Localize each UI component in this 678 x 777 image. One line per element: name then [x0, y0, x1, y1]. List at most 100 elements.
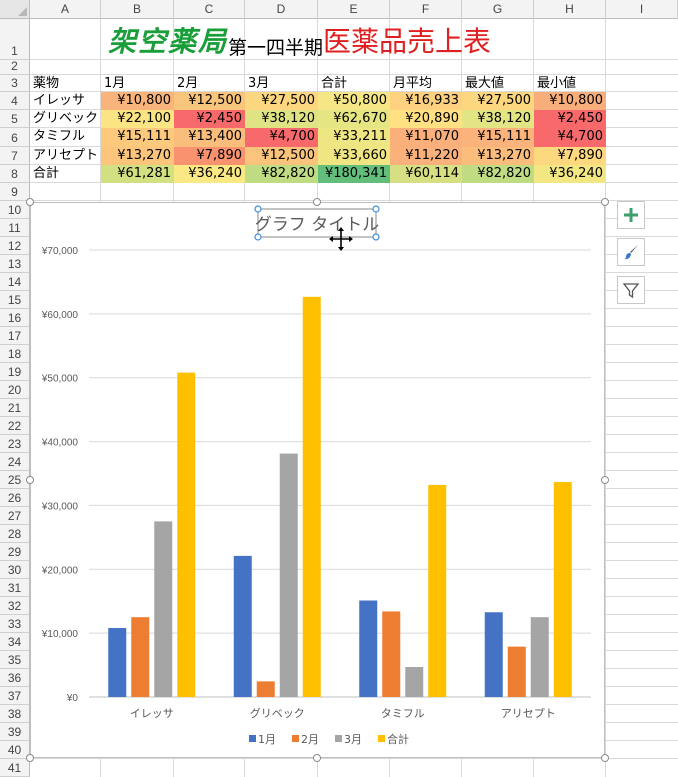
row-header-13[interactable]: 13	[0, 255, 30, 273]
header-cell[interactable]: 2月	[174, 75, 245, 92]
value-cell[interactable]: ¥27,500	[245, 92, 318, 110]
row-header-35[interactable]: 35	[0, 651, 30, 669]
row-header-41[interactable]: 41	[0, 759, 30, 777]
value-cell[interactable]: ¥20,890	[390, 110, 462, 128]
column-header-E[interactable]: E	[318, 0, 390, 19]
row-header-4[interactable]: 4	[0, 92, 30, 110]
header-cell[interactable]: 薬物	[30, 75, 101, 92]
value-cell[interactable]: ¥38,120	[462, 110, 534, 128]
value-cell[interactable]: ¥2,450	[174, 110, 245, 128]
chart-styles-button[interactable]	[617, 238, 645, 266]
row-header-19[interactable]: 19	[0, 363, 30, 381]
row-header-2[interactable]: 2	[0, 59, 30, 75]
value-cell[interactable]: ¥13,270	[462, 147, 534, 165]
row-header-5[interactable]: 5	[0, 110, 30, 128]
value-cell[interactable]: ¥36,240	[534, 165, 606, 183]
header-cell[interactable]: 最小値	[534, 75, 606, 92]
header-cell[interactable]: 月平均	[390, 75, 462, 92]
row-header-23[interactable]: 23	[0, 435, 30, 453]
value-cell[interactable]: ¥61,281	[101, 165, 174, 183]
value-cell[interactable]: ¥11,070	[390, 128, 462, 147]
value-cell[interactable]: ¥38,120	[245, 110, 318, 128]
row-header-9[interactable]: 9	[0, 183, 30, 201]
row-header-32[interactable]: 32	[0, 597, 30, 615]
column-header-G[interactable]: G	[462, 0, 534, 19]
value-cell[interactable]: ¥33,211	[318, 128, 390, 147]
value-cell[interactable]: ¥12,500	[245, 147, 318, 165]
value-cell[interactable]: ¥2,450	[534, 110, 606, 128]
row-header-27[interactable]: 27	[0, 507, 30, 525]
row-label-cell[interactable]: グリベック	[30, 110, 101, 128]
row-label-cell[interactable]: アリセプト	[30, 147, 101, 165]
column-header-H[interactable]: H	[534, 0, 606, 19]
chart-resize-handle[interactable]	[601, 198, 609, 206]
row-header-11[interactable]: 11	[0, 219, 30, 237]
value-cell[interactable]: ¥15,111	[101, 128, 174, 147]
row-header-12[interactable]: 12	[0, 237, 30, 255]
value-cell[interactable]: ¥27,500	[462, 92, 534, 110]
value-cell[interactable]: ¥12,500	[174, 92, 245, 110]
value-cell[interactable]: ¥22,100	[101, 110, 174, 128]
column-header-C[interactable]: C	[174, 0, 245, 19]
chart-resize-handle[interactable]	[313, 754, 321, 762]
row-header-7[interactable]: 7	[0, 147, 30, 165]
column-header-B[interactable]: B	[101, 0, 174, 19]
row-label-cell[interactable]: 合計	[30, 165, 101, 183]
value-cell[interactable]: ¥62,670	[318, 110, 390, 128]
header-cell[interactable]: 1月	[101, 75, 174, 92]
row-header-37[interactable]: 37	[0, 687, 30, 705]
row-header-14[interactable]: 14	[0, 273, 30, 291]
row-header-16[interactable]: 16	[0, 309, 30, 327]
row-label-cell[interactable]: タミフル	[30, 128, 101, 147]
row-label-cell[interactable]: イレッサ	[30, 92, 101, 110]
column-header-D[interactable]: D	[245, 0, 318, 19]
value-cell[interactable]: ¥15,111	[462, 128, 534, 147]
value-cell[interactable]: ¥16,933	[390, 92, 462, 110]
select-all-corner[interactable]	[0, 0, 30, 19]
value-cell[interactable]: ¥82,820	[462, 165, 534, 183]
value-cell[interactable]: ¥7,890	[174, 147, 245, 165]
row-header-33[interactable]: 33	[0, 615, 30, 633]
chart-resize-handle[interactable]	[26, 198, 34, 206]
row-header-28[interactable]: 28	[0, 525, 30, 543]
value-cell[interactable]: ¥60,114	[390, 165, 462, 183]
value-cell[interactable]: ¥13,270	[101, 147, 174, 165]
row-header-22[interactable]: 22	[0, 417, 30, 435]
value-cell[interactable]: ¥4,700	[245, 128, 318, 147]
header-cell[interactable]: 最大値	[462, 75, 534, 92]
row-header-31[interactable]: 31	[0, 579, 30, 597]
row-header-30[interactable]: 30	[0, 561, 30, 579]
row-header-36[interactable]: 36	[0, 669, 30, 687]
row-header-3[interactable]: 3	[0, 75, 30, 92]
chart-resize-handle[interactable]	[26, 754, 34, 762]
value-cell[interactable]: ¥36,240	[174, 165, 245, 183]
column-header-I[interactable]: I	[606, 0, 678, 19]
row-header-1[interactable]: 1	[0, 19, 30, 60]
value-cell[interactable]: ¥33,660	[318, 147, 390, 165]
row-header-8[interactable]: 8	[0, 165, 30, 183]
header-cell[interactable]: 3月	[245, 75, 318, 92]
value-cell[interactable]: ¥7,890	[534, 147, 606, 165]
value-cell[interactable]: ¥50,800	[318, 92, 390, 110]
chart-elements-button[interactable]	[617, 201, 645, 229]
value-cell[interactable]: ¥10,800	[101, 92, 174, 110]
value-cell[interactable]: ¥82,820	[245, 165, 318, 183]
row-header-26[interactable]: 26	[0, 489, 30, 507]
row-header-15[interactable]: 15	[0, 291, 30, 309]
header-cell[interactable]: 合計	[318, 75, 390, 92]
row-header-20[interactable]: 20	[0, 381, 30, 399]
row-header-38[interactable]: 38	[0, 705, 30, 723]
value-cell[interactable]: ¥10,800	[534, 92, 606, 110]
row-header-6[interactable]: 6	[0, 128, 30, 147]
column-header-F[interactable]: F	[390, 0, 462, 19]
chart-filters-button[interactable]	[617, 276, 645, 304]
value-cell[interactable]: ¥11,220	[390, 147, 462, 165]
row-header-39[interactable]: 39	[0, 723, 30, 741]
row-header-29[interactable]: 29	[0, 543, 30, 561]
value-cell[interactable]: ¥13,400	[174, 128, 245, 147]
value-cell[interactable]: ¥180,341	[318, 165, 390, 183]
row-header-21[interactable]: 21	[0, 399, 30, 417]
chart-area[interactable]: ¥0 ¥10,000 ¥20,000 ¥30,000 ¥40,000 ¥50,000 ¥60…	[30, 202, 605, 758]
column-header-A[interactable]: A	[30, 0, 101, 19]
value-cell[interactable]: ¥4,700	[534, 128, 606, 147]
